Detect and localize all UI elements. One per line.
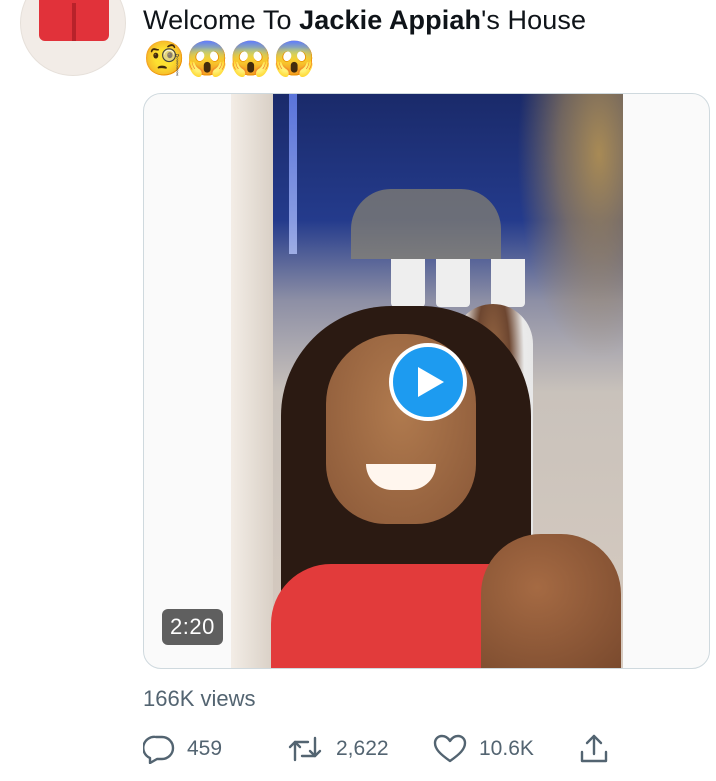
tweet-emojis: 🧐😱😱😱 — [143, 40, 317, 78]
thumbnail-planter — [436, 259, 470, 307]
tweet-text-prefix: Welcome To — [143, 5, 300, 35]
play-icon — [418, 367, 444, 397]
tweet-text-suffix: 's House — [481, 5, 587, 35]
reply-button[interactable]: 459 — [143, 733, 222, 765]
play-button[interactable] — [389, 343, 467, 421]
share-icon — [580, 734, 608, 763]
reply-count: 459 — [187, 737, 223, 760]
thumbnail-person-arm — [481, 534, 621, 668]
heart-icon — [433, 734, 467, 763]
tweet-text: Welcome To Jackie Appiah's House — [143, 2, 586, 38]
avatar-shorts-image — [39, 0, 109, 41]
video-duration-badge: 2:20 — [162, 609, 223, 645]
thumbnail-light — [289, 94, 297, 254]
retweet-button[interactable]: 2,622 — [286, 733, 389, 765]
share-button[interactable] — [578, 733, 610, 765]
thumbnail-planter — [391, 259, 425, 307]
tweet-text-bold-name: Jackie Appiah — [299, 5, 482, 35]
retweet-count: 2,622 — [336, 737, 389, 760]
video-card[interactable]: 2:20 — [143, 93, 710, 669]
like-button[interactable]: 10.6K — [433, 733, 534, 765]
like-count: 10.6K — [479, 737, 534, 760]
avatar[interactable] — [20, 0, 126, 76]
thumbnail-house — [351, 189, 501, 259]
thumbnail-wall — [231, 94, 273, 668]
retweet-icon — [288, 736, 322, 762]
view-count: 166K views — [143, 686, 256, 711]
reply-icon — [143, 735, 175, 764]
tweet-actions: 459 2,622 10.6K — [143, 733, 623, 765]
